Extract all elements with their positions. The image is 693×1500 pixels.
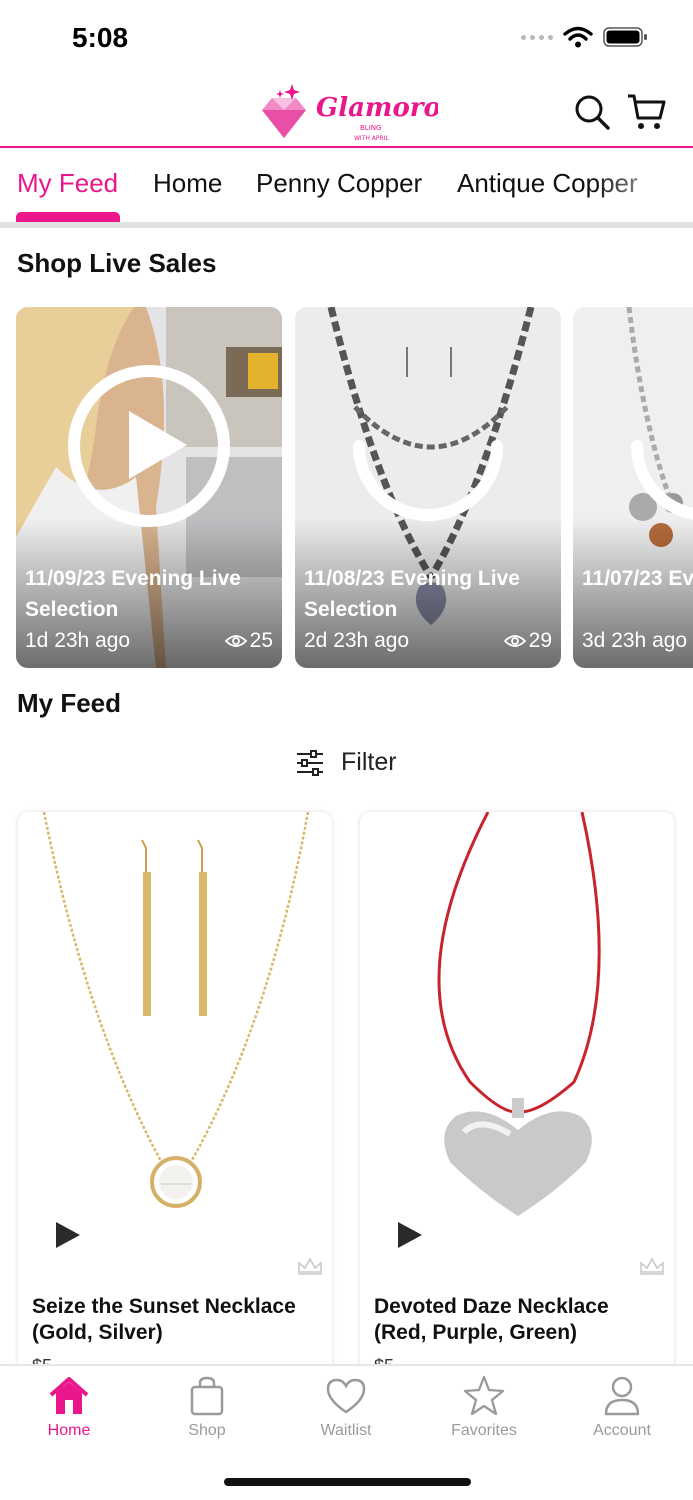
status-icons <box>521 26 649 48</box>
loading-spinner <box>353 440 503 521</box>
battery-icon <box>603 27 647 47</box>
wifi-icon <box>563 26 593 48</box>
sliders-icon <box>297 749 323 776</box>
tab-penny-copper[interactable]: Penny Copper <box>256 168 422 199</box>
live-sale-title: 11/08/23 Evening Live Selection <box>304 567 520 621</box>
nav-label: Favorites <box>451 1422 517 1439</box>
product-image <box>18 812 332 1282</box>
status-bar: 5:08 <box>0 0 693 80</box>
category-tabs: My Feed Home Penny Copper Antique Copper <box>0 150 693 222</box>
tabs-divider <box>0 222 693 228</box>
search-icon <box>575 95 610 130</box>
nav-waitlist[interactable]: Waitlist <box>296 1374 396 1440</box>
person-icon <box>604 1376 640 1416</box>
live-sale-title: 11/07/23 Evening Live Selection <box>582 567 693 590</box>
nav-account[interactable]: Account <box>572 1374 672 1440</box>
cellular-signal-icon <box>521 34 553 40</box>
crown-icon <box>298 1257 322 1275</box>
nav-label: Home <box>47 1422 91 1439</box>
filter-label: Filter <box>341 748 397 776</box>
product-card[interactable]: Seize the Sunset Necklace (Gold, Silver)… <box>18 812 332 1372</box>
live-sale-card[interactable]: 11/08/23 Evening Live Selection 2d 23h a… <box>295 307 561 668</box>
product-name: Seize the Sunset Necklace (Gold, Silver) <box>32 1295 296 1344</box>
nav-label: Shop <box>188 1422 226 1439</box>
live-sale-time-ago: 1d 23h ago <box>25 629 131 652</box>
live-sale-views: 29 <box>503 629 552 653</box>
svg-text:WITH APRIL: WITH APRIL <box>354 135 389 142</box>
svg-text:BLING: BLING <box>360 124 381 132</box>
product-image <box>360 812 674 1282</box>
status-time: 5:08 <box>72 22 129 53</box>
view-count: 25 <box>249 629 273 652</box>
cart-button[interactable] <box>626 92 666 132</box>
home-indicator <box>224 1478 471 1486</box>
product-name: Devoted Daze Necklace (Red, Purple, Gree… <box>374 1295 609 1344</box>
eye-icon <box>503 635 526 647</box>
feed-title: My Feed <box>17 688 122 718</box>
product-card[interactable]: Devoted Daze Necklace (Red, Purple, Gree… <box>360 812 674 1372</box>
crown-icon <box>640 1257 664 1275</box>
nav-home[interactable]: Home <box>19 1374 119 1440</box>
live-sale-title: 11/09/23 Evening Live Selection <box>25 567 241 621</box>
view-count: 29 <box>528 629 552 652</box>
tabs-fade <box>593 150 693 222</box>
heart-icon <box>326 1378 366 1414</box>
video-play-icon[interactable] <box>56 1222 80 1248</box>
video-play-icon[interactable] <box>398 1222 422 1248</box>
nav-shop[interactable]: Shop <box>157 1374 257 1440</box>
live-sale-time-ago: 2d 23h ago <box>304 629 410 652</box>
live-sale-views: 25 <box>224 629 273 653</box>
tab-my-feed[interactable]: My Feed <box>17 168 118 199</box>
bag-icon <box>190 1376 224 1416</box>
tab-home[interactable]: Home <box>153 168 222 199</box>
diamond-logo-icon: Glamorous BLING WITH APRIL <box>262 84 475 142</box>
live-sales-title: Shop Live Sales <box>17 248 217 278</box>
app-header: Glamorous BLING WITH APRIL <box>0 76 693 148</box>
eye-icon <box>224 635 247 647</box>
live-sales-carousel[interactable]: 11/09/23 Evening Live Selection 1d 23h a… <box>0 307 693 669</box>
play-icon[interactable] <box>129 411 187 479</box>
home-icon <box>49 1377 89 1414</box>
brand-logo[interactable]: Glamorous BLING WITH APRIL <box>258 80 475 146</box>
filter-button[interactable]: Filter <box>295 748 397 777</box>
live-sale-card[interactable]: 11/09/23 Evening Live Selection 1d 23h a… <box>16 307 282 668</box>
search-button[interactable] <box>572 92 612 132</box>
loading-spinner <box>631 440 693 520</box>
nav-label: Account <box>593 1422 651 1439</box>
star-icon <box>463 1375 505 1416</box>
nav-label: Waitlist <box>320 1422 372 1439</box>
active-tab-indicator <box>16 212 120 222</box>
cart-icon <box>628 94 666 129</box>
live-sale-card[interactable]: 11/07/23 Evening Live Selection 3d 23h a… <box>573 307 693 668</box>
live-sale-time-ago: 3d 23h ago <box>582 629 688 652</box>
logo-wordmark: Glamorous <box>316 93 438 123</box>
nav-favorites[interactable]: Favorites <box>434 1374 534 1440</box>
